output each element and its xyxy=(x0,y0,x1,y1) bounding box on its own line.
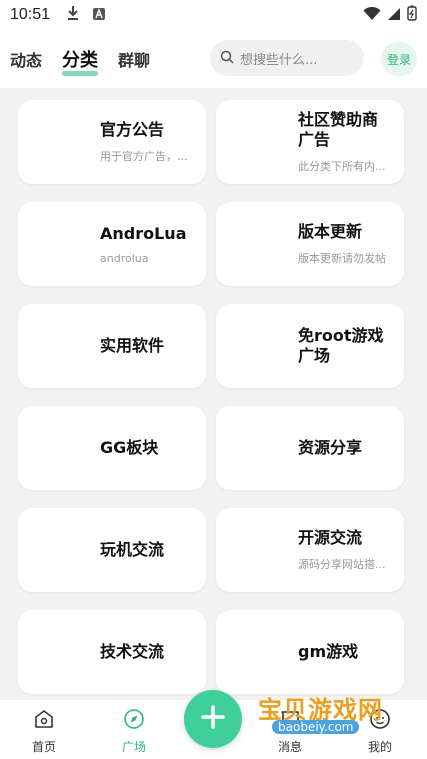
signal-icon xyxy=(387,6,401,25)
category-title: AndroLua xyxy=(100,223,187,243)
category-card[interactable]: gm游戏 xyxy=(216,610,404,694)
category-card[interactable]: 版本更新 版本更新请勿发帖 xyxy=(216,202,404,286)
category-title: 实用软件 xyxy=(100,336,165,355)
status-bar: 10:51 xyxy=(0,0,427,30)
category-title: 版本更新 xyxy=(298,222,363,241)
category-desc: androlua xyxy=(100,251,149,265)
category-desc: 用于官方广告，... xyxy=(100,150,188,163)
wifi-icon xyxy=(363,6,381,25)
category-desc: 源码分享网站搭... xyxy=(298,558,386,571)
search-input[interactable]: 想搜些什么... xyxy=(210,40,364,76)
category-desc: 版本更新请勿发帖 xyxy=(298,252,386,265)
battery-icon xyxy=(407,5,417,25)
category-card[interactable]: 玩机交流 xyxy=(18,508,206,592)
category-title: 免root游戏广场 xyxy=(298,326,384,365)
category-card[interactable]: 技术交流 xyxy=(18,610,206,694)
compass-icon xyxy=(123,708,145,734)
profile-icon xyxy=(369,708,391,734)
tab-categories[interactable]: 分类 xyxy=(62,46,99,76)
home-icon xyxy=(33,708,55,734)
category-title: gm游戏 xyxy=(298,642,359,661)
nav-square[interactable]: 广场 xyxy=(104,708,164,755)
category-title: 官方公告 xyxy=(100,120,165,139)
tab-feed[interactable]: 动态 xyxy=(10,47,42,71)
create-post-button[interactable] xyxy=(184,690,242,748)
message-icon xyxy=(279,708,301,734)
category-title: 资源分享 xyxy=(298,438,363,457)
nav-home[interactable]: 首页 xyxy=(14,708,74,755)
category-card[interactable]: AndroLua androlua xyxy=(18,202,206,286)
download-icon xyxy=(66,5,80,25)
category-card[interactable]: GG板块 xyxy=(18,406,206,490)
tab-group-chat[interactable]: 群聊 xyxy=(118,47,150,71)
category-title: 玩机交流 xyxy=(100,540,165,559)
nav-mine[interactable]: 我的 xyxy=(350,708,410,755)
category-grid: 官方公告 用于官方广告，... 社区赞助商广告 此分类下所有内... Andro… xyxy=(18,100,406,694)
category-card[interactable]: 资源分享 xyxy=(216,406,404,490)
search-placeholder: 想搜些什么... xyxy=(240,52,318,68)
category-card[interactable]: 免root游戏广场 xyxy=(216,304,404,388)
nav-message-label: 消息 xyxy=(277,740,302,754)
status-time: 10:51 xyxy=(10,6,51,23)
category-title: GG板块 xyxy=(100,438,159,457)
nav-square-label: 广场 xyxy=(121,740,146,754)
plus-icon xyxy=(199,703,227,735)
category-title: 社区赞助商广告 xyxy=(298,110,379,149)
nav-mine-label: 我的 xyxy=(367,740,392,754)
category-desc: 此分类下所有内... xyxy=(298,160,386,173)
category-title: 开源交流 xyxy=(298,528,363,547)
login-button[interactable]: 登录 xyxy=(381,42,417,76)
category-card[interactable]: 开源交流 源码分享网站搭... xyxy=(216,508,404,592)
category-card[interactable]: 官方公告 用于官方广告，... xyxy=(18,100,206,184)
search-icon xyxy=(220,49,234,68)
category-card[interactable]: 社区赞助商广告 此分类下所有内... xyxy=(216,100,404,184)
app-notification-icon xyxy=(92,6,106,25)
nav-message[interactable]: 消息 xyxy=(260,708,320,755)
nav-home-label: 首页 xyxy=(31,740,56,754)
category-card[interactable]: 实用软件 xyxy=(18,304,206,388)
category-title: 技术交流 xyxy=(100,642,165,661)
top-nav: 动态 分类 群聊 想搜些什么... 登录 xyxy=(0,30,427,88)
